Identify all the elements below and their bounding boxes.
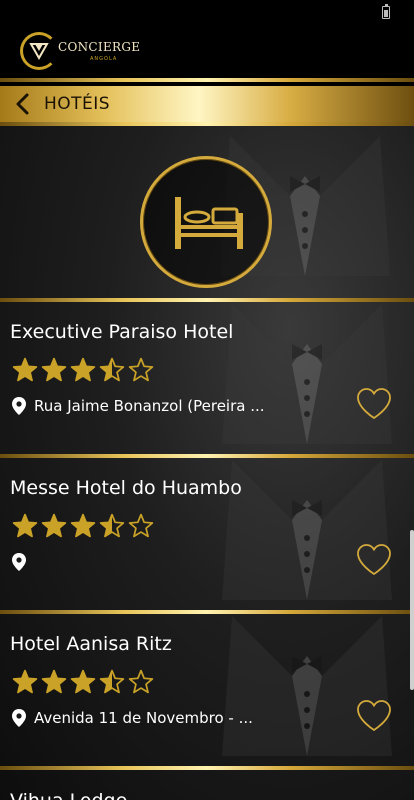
hotel-card[interactable]: Executive Paraiso Hotel Rua Jaime Bonanz… [0, 302, 414, 450]
hotel-name[interactable]: Vihua Lodge [10, 790, 127, 800]
back-button[interactable] [12, 92, 36, 116]
star-full-icon [12, 513, 38, 538]
star-full-icon [70, 357, 96, 382]
hero-circle [140, 156, 272, 288]
chevron-left-icon [16, 93, 29, 115]
star-half-icon [99, 669, 125, 694]
hotel-name: Executive Paraiso Hotel [10, 321, 234, 343]
star-empty-icon [128, 513, 154, 538]
favorite-heart-icon[interactable] [356, 543, 392, 577]
hotel-address: Rua Jaime Bonanzol (Pereira ... [34, 397, 265, 415]
tuxedo-watermark-icon [222, 460, 392, 600]
brand-sub: ANGOLA [90, 56, 118, 62]
hotel-card[interactable]: Messe Hotel do Huambo [0, 458, 414, 606]
tuxedo-watermark-icon [222, 616, 392, 756]
gold-divider [0, 78, 414, 82]
hotel-name: Hotel Aanisa Ritz [10, 633, 172, 655]
tuxedo-watermark-icon [222, 304, 392, 444]
location-pin-icon [12, 709, 26, 727]
star-rating [12, 669, 154, 695]
star-full-icon [70, 669, 96, 694]
brand-name: CONCIERGE [58, 40, 141, 54]
star-rating [12, 357, 154, 383]
scrollbar[interactable] [410, 530, 414, 690]
concierge-logo-icon [20, 32, 58, 70]
page-title: HOTÉIS [44, 94, 111, 114]
location-pin-icon [12, 397, 26, 415]
address-row [12, 551, 34, 573]
logo-bar: CONCIERGE ANGOLA [0, 28, 414, 78]
star-half-icon [99, 513, 125, 538]
star-rating [12, 513, 154, 539]
star-full-icon [41, 513, 67, 538]
hotel-address: Avenida 11 de Novembro - ... [34, 709, 253, 727]
star-empty-icon [128, 669, 154, 694]
star-full-icon [70, 513, 96, 538]
favorite-heart-icon[interactable] [356, 387, 392, 421]
star-full-icon [12, 669, 38, 694]
bed-icon [175, 197, 243, 249]
status-bar [0, 0, 414, 28]
location-pin-icon [12, 553, 26, 571]
hotel-name: Messe Hotel do Huambo [10, 477, 242, 499]
hotel-list[interactable]: Executive Paraiso Hotel Rua Jaime Bonanz… [0, 126, 414, 800]
address-row: Avenida 11 de Novembro - ... [12, 707, 253, 729]
nav-bar: HOTÉIS [0, 86, 414, 122]
gold-divider [0, 766, 414, 770]
address-row: Rua Jaime Bonanzol (Pereira ... [12, 395, 265, 417]
category-hero [0, 126, 414, 298]
favorite-heart-icon[interactable] [356, 699, 392, 733]
star-full-icon [41, 669, 67, 694]
star-full-icon [41, 357, 67, 382]
battery-icon [382, 4, 390, 19]
hotel-card[interactable]: Hotel Aanisa Ritz Avenida 11 de Novembro… [0, 614, 414, 762]
star-half-icon [99, 357, 125, 382]
star-full-icon [12, 357, 38, 382]
star-empty-icon [128, 357, 154, 382]
